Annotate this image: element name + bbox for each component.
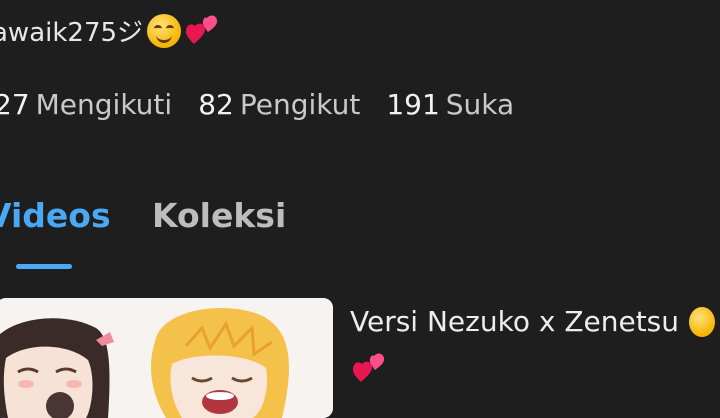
smile-emoji-icon (689, 306, 716, 337)
video-title[interactable]: Versi Nezuko x Zenetsu (350, 305, 716, 338)
stat-followers[interactable]: 82 Pengikut (198, 88, 360, 121)
profile-stats: 27 Mengikuti 82 Pengikut 191 Suka (0, 88, 540, 121)
two-hearts-emoji-icon (352, 352, 388, 390)
profile-username: awaik275ジ (0, 12, 221, 49)
stat-likes-label: Suka (445, 88, 515, 121)
tab-koleksi[interactable]: Koleksi (152, 196, 286, 235)
video-title-text: Versi Nezuko x Zenetsu (350, 305, 680, 338)
two-hearts-emoji-icon (185, 14, 221, 48)
stat-followers-label: Pengikut (239, 88, 361, 121)
tab-videos[interactable]: Videos (0, 196, 111, 235)
stat-following[interactable]: 27 Mengikuti (0, 88, 172, 121)
active-tab-indicator (16, 264, 72, 269)
stat-following-count: 27 (0, 88, 30, 121)
stat-likes-count: 191 (386, 88, 440, 121)
profile-tabs: Videos Koleksi (0, 196, 386, 276)
stat-following-label: Mengikuti (35, 88, 173, 121)
stat-likes: 191 Suka (386, 88, 514, 121)
anime-illustration-image (0, 298, 333, 418)
smile-emoji-icon (147, 13, 182, 48)
username-text: awaik275ジ (0, 18, 144, 48)
stat-followers-count: 82 (198, 88, 234, 121)
video-thumbnail[interactable] (0, 298, 333, 418)
